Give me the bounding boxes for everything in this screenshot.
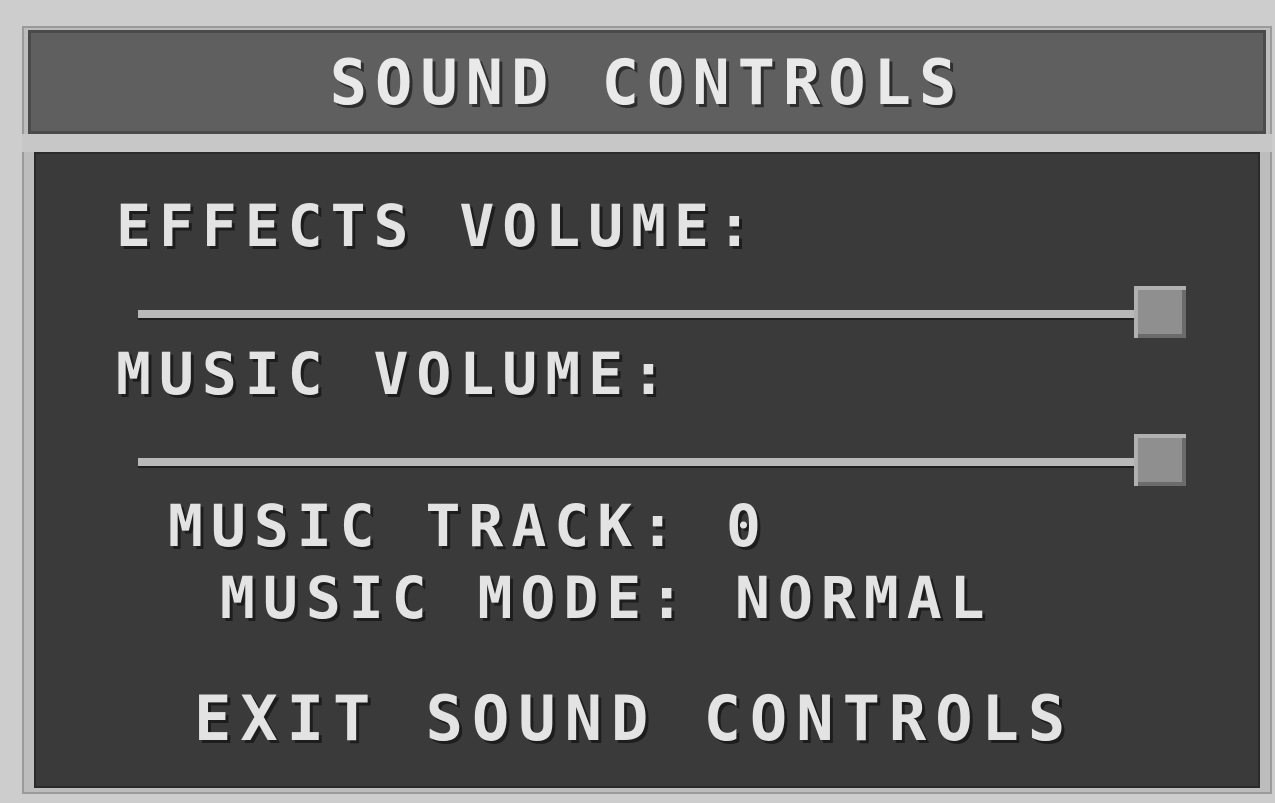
sound-controls-dialog: SOUND CONTROLS EFFECTS VOLUME: MUSIC VOL… [22,26,1272,794]
title-divider [22,134,1272,152]
effects-volume-slider[interactable] [138,286,1188,346]
controls-panel: EFFECTS VOLUME: MUSIC VOLUME: MUSIC TRAC… [34,152,1260,788]
dialog-title: SOUND CONTROLS [329,45,965,119]
music-mode-option[interactable]: MUSIC MODE: NORMAL [220,564,993,632]
screen-frame: SOUND CONTROLS EFFECTS VOLUME: MUSIC VOL… [0,0,1275,803]
effects-volume-slider-track[interactable] [138,310,1148,318]
music-volume-slider-thumb[interactable] [1134,434,1186,486]
title-bar: SOUND CONTROLS [28,30,1266,134]
exit-sound-controls-button[interactable]: EXIT SOUND CONTROLS [194,682,1074,755]
music-volume-slider-track[interactable] [138,458,1148,466]
effects-volume-label: EFFECTS VOLUME: [116,192,760,260]
music-volume-slider[interactable] [138,434,1188,494]
music-track-option[interactable]: MUSIC TRACK: 0 [168,492,769,560]
effects-volume-slider-thumb[interactable] [1134,286,1186,338]
music-volume-label: MUSIC VOLUME: [116,340,674,408]
